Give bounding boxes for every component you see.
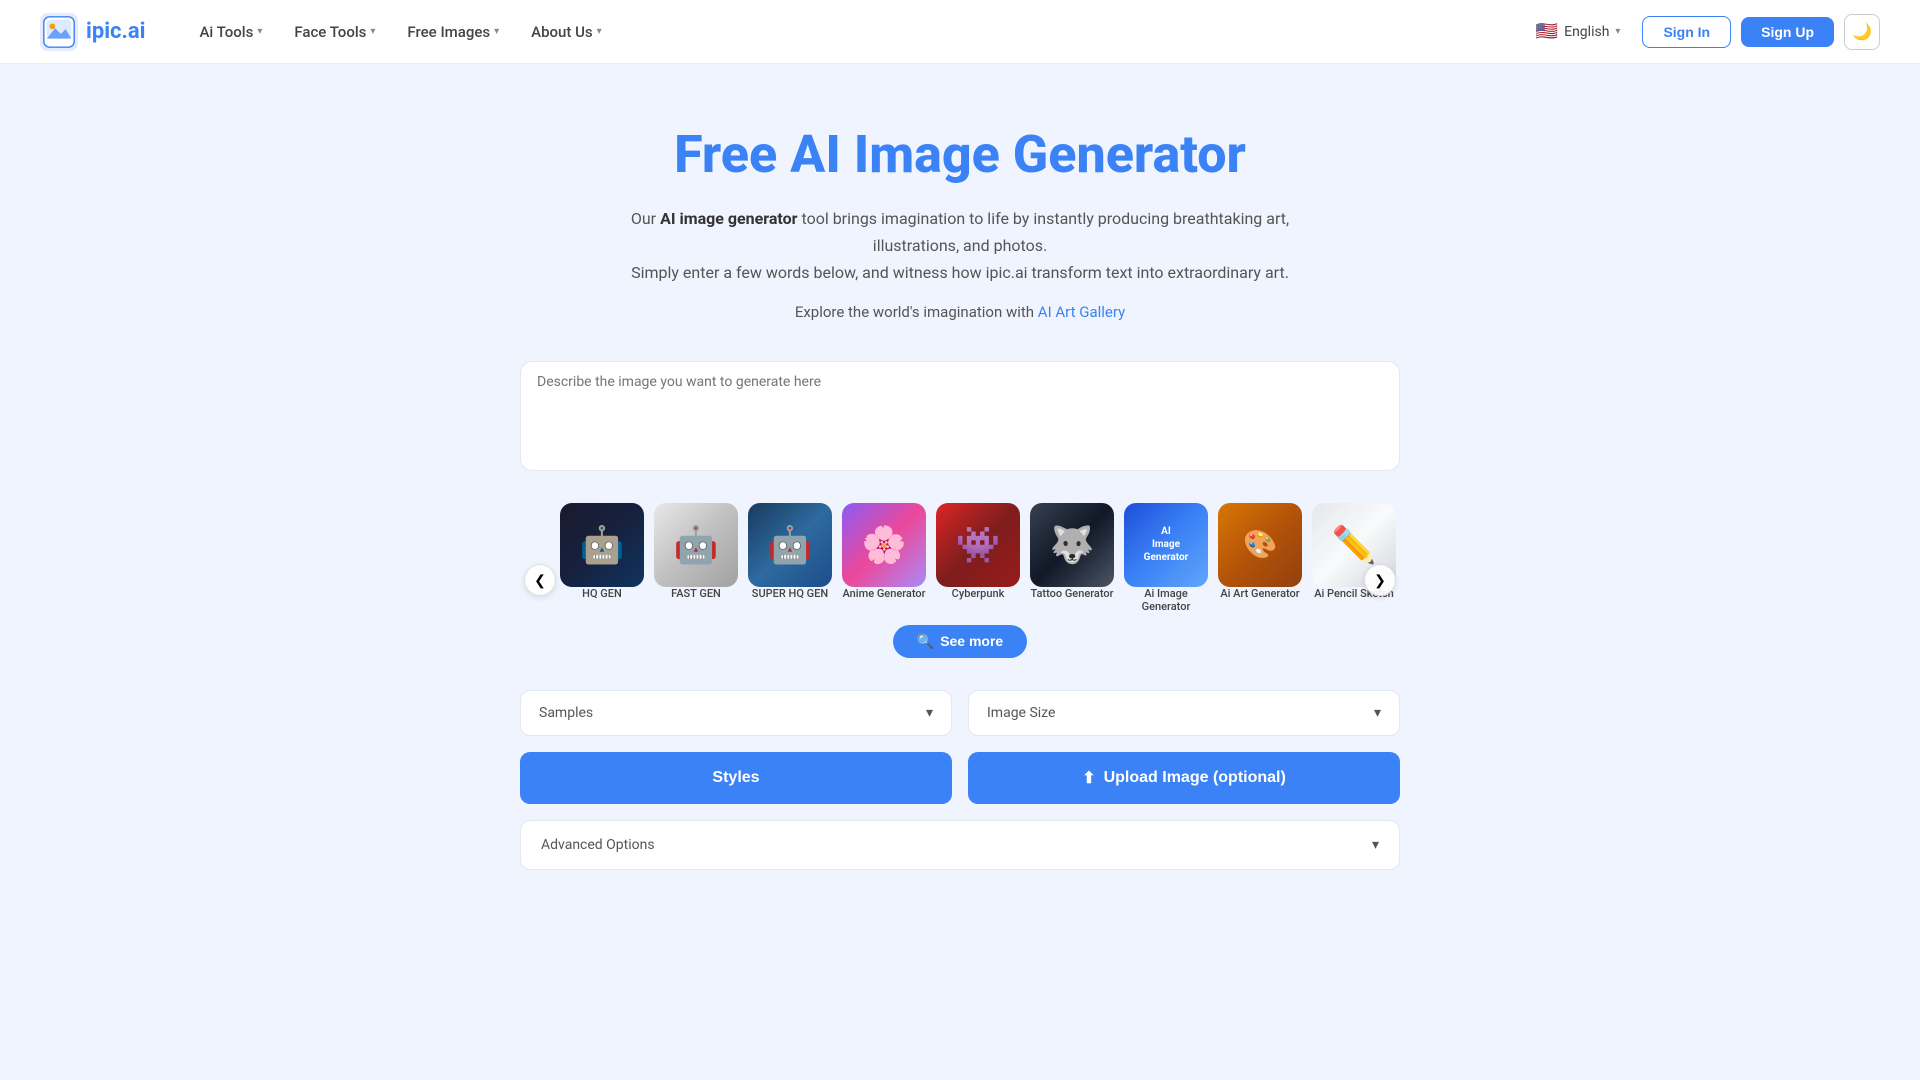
carousel-right-icon: ❯	[1374, 572, 1386, 589]
style-card-image: 🤖	[560, 503, 644, 587]
style-card-label: FAST GEN	[671, 587, 721, 600]
language-selector[interactable]: 🇺🇸 English ▾	[1524, 15, 1633, 48]
hero-description: Our AI image generator tool brings imagi…	[610, 205, 1310, 287]
style-card-label: Anime Generator	[842, 587, 925, 600]
style-card-label: Cyberpunk	[952, 587, 1005, 600]
styles-button[interactable]: Styles	[520, 752, 952, 804]
hero-desc-prefix: Our	[631, 209, 660, 228]
language-label: English	[1564, 24, 1609, 40]
prompt-input[interactable]	[537, 374, 1383, 454]
advanced-label: Advanced Options	[541, 837, 655, 853]
nav-free-images[interactable]: Free Images ▾	[393, 15, 513, 49]
nav-right: 🇺🇸 English ▾ Sign In Sign Up 🌙	[1524, 14, 1880, 50]
nav-links: Ai Tools ▾ Face Tools ▾ Free Images ▾ Ab…	[185, 15, 1523, 49]
style-card-image: 🤖	[748, 503, 832, 587]
carousel-next-button[interactable]: ❯	[1364, 564, 1396, 596]
navbar: ipic.ai Ai Tools ▾ Face Tools ▾ Free Ima…	[0, 0, 1920, 64]
upload-label: Upload Image (optional)	[1104, 769, 1286, 787]
style-card-tattoo-gen[interactable]: 🐺 Tattoo Generator	[1030, 503, 1114, 600]
nav-face-tools[interactable]: Face Tools ▾	[280, 15, 389, 49]
hero-desc-line2: Simply enter a few words below, and witn…	[631, 263, 1289, 282]
prompt-area	[520, 361, 1400, 471]
advanced-chevron-icon: ▾	[1372, 837, 1379, 853]
see-more-button[interactable]: 🔍 See more	[893, 625, 1027, 658]
hero-title: Free AI Image Generator	[40, 124, 1880, 185]
style-card-image: 🌸	[842, 503, 926, 587]
style-card-image: 🐺	[1030, 503, 1114, 587]
free-images-chevron-icon: ▾	[494, 26, 499, 37]
image-size-dropdown[interactable]: Image Size ▾	[968, 690, 1400, 736]
style-card-cyberpunk[interactable]: 👾 Cyberpunk	[936, 503, 1020, 600]
about-us-chevron-icon: ▾	[597, 26, 602, 37]
style-carousel: ❮ 🤖 HQ GEN 🤖 FAST GEN 🤖 SUPER HQ GEN 🌸 A…	[520, 487, 1400, 674]
logo-text: ipic.ai	[86, 19, 145, 44]
image-size-label: Image Size	[987, 705, 1055, 721]
style-card-image: 🎨	[1218, 503, 1302, 587]
samples-chevron-icon: ▾	[926, 705, 933, 721]
style-card-label: Ai Art Generator	[1220, 587, 1299, 600]
logo-link[interactable]: ipic.ai	[40, 13, 145, 51]
main-content: ❮ 🤖 HQ GEN 🤖 FAST GEN 🤖 SUPER HQ GEN 🌸 A…	[480, 341, 1440, 910]
style-card-super-hq-gen[interactable]: 🤖 SUPER HQ GEN	[748, 503, 832, 600]
style-card-anime-gen[interactable]: 🌸 Anime Generator	[842, 503, 926, 600]
hero-desc-suffix: tool brings imagination to life by insta…	[798, 209, 1290, 255]
carousel-left-icon: ❮	[534, 572, 546, 589]
style-card-image: 🤖	[654, 503, 738, 587]
sign-up-button[interactable]: Sign Up	[1741, 17, 1834, 47]
hero-section: Free AI Image Generator Our AI image gen…	[0, 64, 1920, 341]
action-row: Styles ⬆ Upload Image (optional)	[520, 752, 1400, 804]
style-card-ai-image-gen[interactable]: AIImageGenerator Ai Image Generator	[1124, 503, 1208, 613]
carousel-track: 🤖 HQ GEN 🤖 FAST GEN 🤖 SUPER HQ GEN 🌸 Ani…	[520, 503, 1400, 613]
theme-icon: 🌙	[1852, 22, 1872, 41]
lang-chevron-icon: ▾	[1615, 26, 1620, 37]
search-icon: 🔍	[917, 633, 934, 650]
style-card-image: AIImageGenerator	[1124, 503, 1208, 587]
hero-explore-text: Explore the world's imagination with	[795, 303, 1038, 321]
hero-desc-bold: AI image generator	[660, 209, 797, 228]
dropdowns-row: Samples ▾ Image Size ▾	[520, 690, 1400, 736]
style-card-label: SUPER HQ GEN	[752, 587, 828, 600]
style-card-ai-art-gen[interactable]: 🎨 Ai Art Generator	[1218, 503, 1302, 600]
nav-ai-tools[interactable]: Ai Tools ▾	[185, 15, 276, 49]
style-card-label: HQ GEN	[582, 587, 622, 600]
samples-label: Samples	[539, 705, 593, 721]
flag-icon: 🇺🇸	[1536, 21, 1558, 42]
ai-tools-chevron-icon: ▾	[257, 26, 262, 37]
ai-art-gallery-link[interactable]: AI Art Gallery	[1038, 303, 1125, 321]
carousel-prev-button[interactable]: ❮	[524, 564, 556, 596]
upload-icon: ⬆	[1082, 768, 1095, 788]
theme-toggle-button[interactable]: 🌙	[1844, 14, 1880, 50]
hero-gallery-link-container: Explore the world's imagination with AI …	[40, 303, 1880, 321]
upload-button[interactable]: ⬆ Upload Image (optional)	[968, 752, 1400, 804]
sign-in-button[interactable]: Sign In	[1642, 16, 1731, 48]
see-more-label: See more	[940, 633, 1003, 649]
nav-about-us[interactable]: About Us ▾	[517, 15, 616, 49]
style-card-fast-gen[interactable]: 🤖 FAST GEN	[654, 503, 738, 600]
logo-icon	[40, 13, 78, 51]
style-card-label: Ai Image Generator	[1124, 587, 1208, 613]
face-tools-chevron-icon: ▾	[370, 26, 375, 37]
style-card-image: 👾	[936, 503, 1020, 587]
advanced-options[interactable]: Advanced Options ▾	[520, 820, 1400, 870]
style-card-label: Tattoo Generator	[1030, 587, 1113, 600]
style-card-hq-gen[interactable]: 🤖 HQ GEN	[560, 503, 644, 600]
samples-dropdown[interactable]: Samples ▾	[520, 690, 952, 736]
image-size-chevron-icon: ▾	[1374, 705, 1381, 721]
